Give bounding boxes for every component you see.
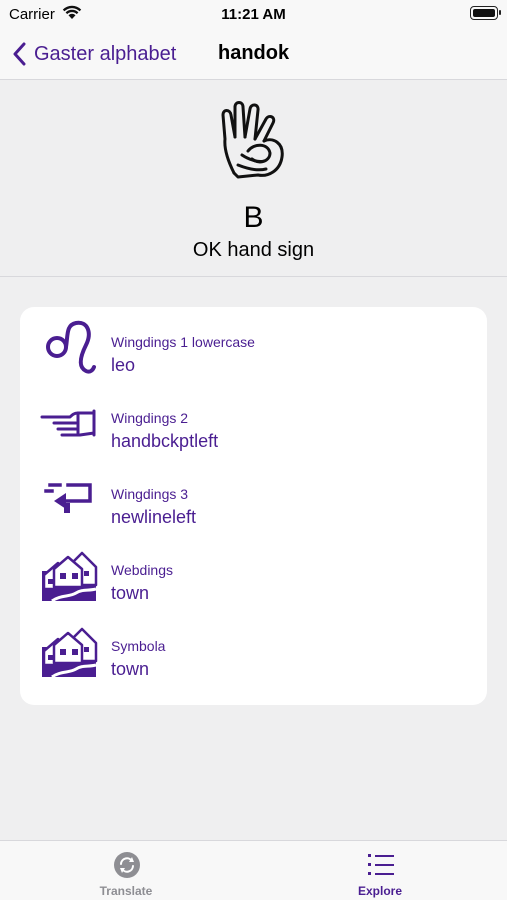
font-name: Wingdings 3 — [111, 486, 189, 502]
glyph-row-wingdings-3[interactable]: Wingdings 3 newlineleft — [20, 459, 487, 535]
font-name: Wingdings 2 — [111, 410, 189, 426]
tab-translate[interactable]: Translate — [51, 841, 201, 900]
ok-hand-icon — [221, 101, 284, 179]
list-icon — [368, 854, 394, 875]
font-name: Wingdings 1 lowercase — [111, 334, 255, 350]
glyph-name: town — [111, 659, 150, 679]
glyph-name: handbckptleft — [111, 431, 219, 451]
back-label: Gaster alphabet — [34, 42, 177, 65]
battery-icon — [470, 6, 501, 20]
glyph-list: Wingdings 1 lowercase leo Wingdings 2 ha… — [20, 307, 487, 705]
tab-explore[interactable]: Explore — [305, 841, 455, 900]
hero-name: OK hand sign — [192, 239, 315, 261]
town-icon — [42, 551, 98, 603]
newline-left-icon — [44, 483, 92, 513]
pointing-hand-left-icon — [40, 409, 96, 437]
status-bar: Carrier 11:21 AM — [0, 0, 507, 28]
status-time: 11:21 AM — [221, 6, 286, 23]
hero-letter: B — [243, 201, 264, 234]
glyph-row-symbola[interactable]: Symbola town — [20, 611, 487, 687]
back-button[interactable]: Gaster alphabet — [12, 38, 176, 70]
font-name: Webdings — [111, 562, 174, 578]
glyph-row-wingdings-2[interactable]: Wingdings 2 handbckptleft — [20, 383, 487, 459]
character-header: B OK hand sign — [0, 81, 507, 277]
chevron-left-icon — [13, 42, 26, 66]
leo-icon — [46, 320, 96, 374]
page-title: handok — [218, 42, 290, 64]
town-icon — [42, 627, 98, 679]
glyph-name: newlineleft — [111, 507, 197, 527]
tab-bar: Translate Explore — [0, 840, 507, 900]
font-name: Symbola — [111, 638, 166, 654]
glyph-name: leo — [111, 355, 136, 375]
navigation-bar: Gaster alphabet handok — [0, 28, 507, 80]
glyph-row-webdings[interactable]: Webdings town — [20, 535, 487, 611]
tab-label: Explore — [357, 884, 402, 898]
tab-label: Translate — [99, 884, 153, 898]
glyph-row-wingdings-1[interactable]: Wingdings 1 lowercase leo — [20, 307, 487, 383]
refresh-icon — [114, 852, 140, 878]
glyph-name: town — [111, 583, 150, 603]
